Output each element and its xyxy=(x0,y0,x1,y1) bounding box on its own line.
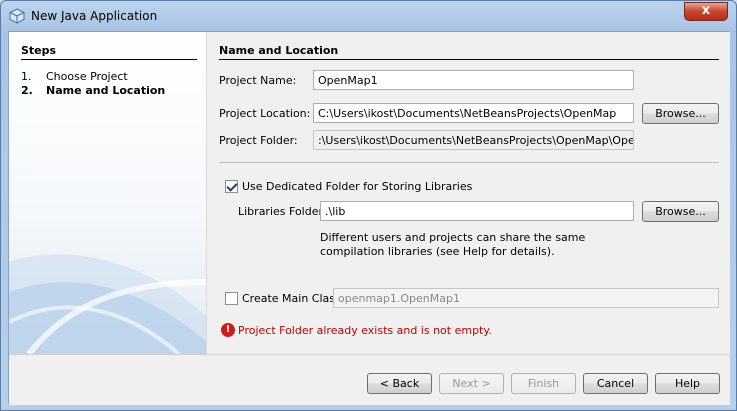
error-icon: ! xyxy=(221,323,235,337)
project-name-label: Project Name: xyxy=(219,74,297,87)
help-button[interactable]: Help xyxy=(655,373,720,394)
project-location-input[interactable]: C:\Users\ikost\Documents\NetBeansProject… xyxy=(313,103,634,123)
content-panel: Name and Location Project Name: OpenMap1… xyxy=(207,32,730,354)
step-number: 2. xyxy=(21,84,33,97)
create-main-class-checkbox[interactable] xyxy=(225,292,238,305)
back-button[interactable]: < Back xyxy=(367,373,432,394)
create-main-class-label[interactable]: Create Main Class xyxy=(242,292,341,305)
close-icon: x xyxy=(701,3,711,18)
dialog-window: New Java Application x Steps 1. Choose Pr… xyxy=(0,0,737,411)
title-bar[interactable]: New Java Application x xyxy=(1,1,736,31)
project-name-input[interactable]: OpenMap1 xyxy=(313,70,634,90)
libraries-folder-input[interactable]: .\lib xyxy=(320,201,634,221)
project-folder-label: Project Folder: xyxy=(219,134,298,147)
browse-libraries-button[interactable]: Browse... xyxy=(642,201,719,222)
browse-location-button[interactable]: Browse... xyxy=(642,103,719,124)
step-label: Name and Location xyxy=(46,84,166,97)
close-button[interactable]: x xyxy=(684,2,728,21)
project-folder-field[interactable]: :\Users\ikost\Documents\NetBeansProjects… xyxy=(313,130,634,150)
step-label: Choose Project xyxy=(46,70,128,83)
dialog-client: Steps 1. Choose Project 2. Name and Locati… xyxy=(8,31,730,405)
finish-button[interactable]: Finish xyxy=(511,373,576,394)
libraries-folder-label: Libraries Folder: xyxy=(238,205,327,218)
next-button[interactable]: Next > xyxy=(439,373,504,394)
steps-divider xyxy=(21,59,197,60)
decorative-swoosh-graphic xyxy=(9,254,206,354)
step-choose-project: 1. Choose Project xyxy=(21,70,128,83)
step-name-and-location: 2. Name and Location xyxy=(21,84,165,97)
section-divider xyxy=(219,59,719,60)
steps-heading: Steps xyxy=(21,44,57,57)
error-message: Project Folder already exists and is not… xyxy=(238,324,492,337)
main-class-input[interactable]: openmap1.OpenMap1 xyxy=(333,288,719,308)
window-title: New Java Application xyxy=(31,9,158,23)
project-location-label: Project Location: xyxy=(219,107,311,120)
section-heading: Name and Location xyxy=(219,44,339,57)
section-separator xyxy=(219,162,719,163)
dedicated-folder-label[interactable]: Use Dedicated Folder for Storing Librari… xyxy=(242,180,472,193)
cancel-button[interactable]: Cancel xyxy=(583,373,648,394)
steps-panel: Steps 1. Choose Project 2. Name and Locati… xyxy=(9,32,207,354)
dedicated-folder-checkbox[interactable] xyxy=(225,180,238,193)
button-bar: < Back Next > Finish Cancel Help xyxy=(9,354,730,405)
libraries-note: Different users and projects can share t… xyxy=(320,231,586,258)
step-number: 1. xyxy=(21,70,32,83)
netbeans-cube-icon xyxy=(9,8,25,24)
